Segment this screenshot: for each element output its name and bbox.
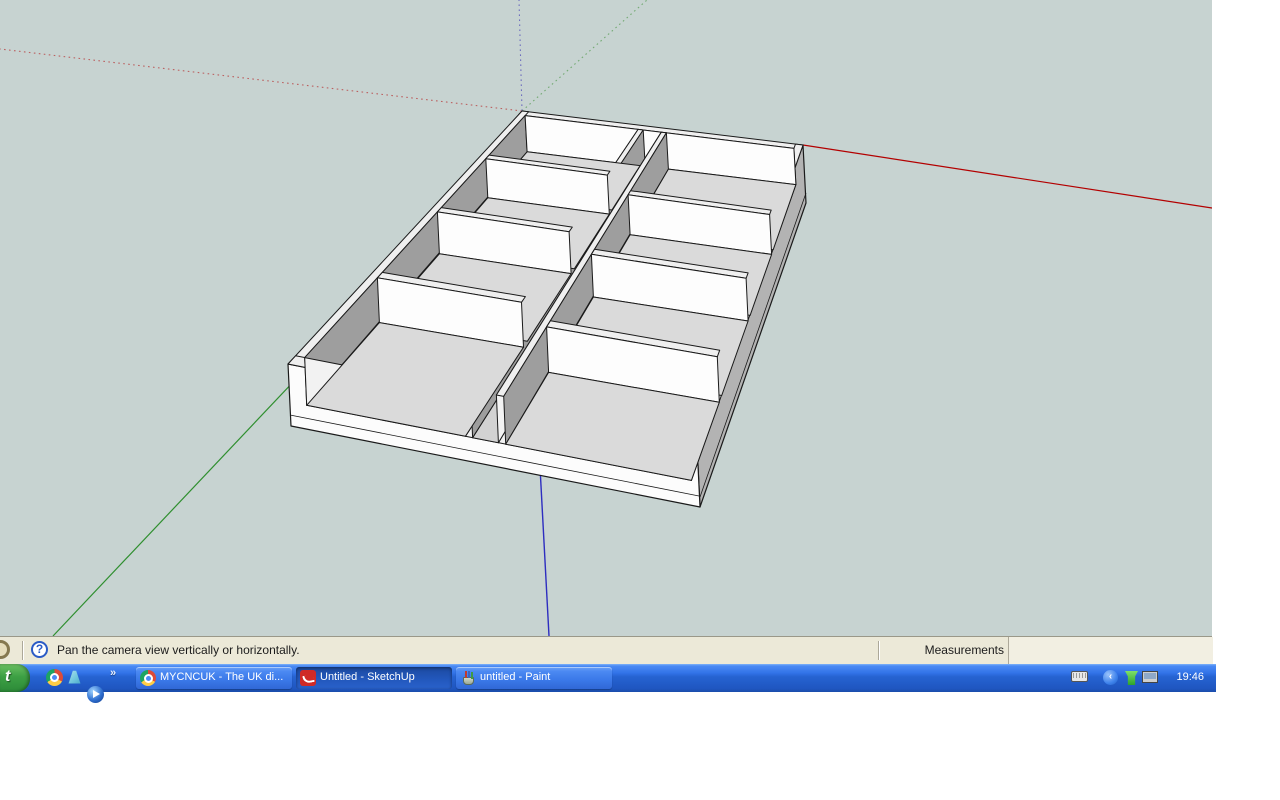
status-bar: ? Pan the camera view vertically or hori… [0,636,1212,664]
quicklaunch-sketch-icon[interactable] [66,669,83,686]
taskbar-button-label: untitled - Paint [480,671,550,683]
model-scene [0,0,1212,636]
taskbar-button-label: Untitled - SketchUp [320,671,415,683]
statusbar-separator-2 [878,641,879,660]
tray-network-monitor-icon[interactable] [1142,671,1158,683]
measurements-label: Measurements [880,643,1004,657]
status-hint-text: Pan the camera view vertically or horizo… [57,643,300,657]
paint-canvas-page: ? Pan the camera view vertically or hori… [0,0,1280,800]
taskbar-button-paint[interactable]: untitled - Paint [456,667,612,689]
system-tray: ‹ 19:46 [1200,664,1216,692]
sketchup-viewport[interactable] [0,0,1212,636]
measurements-value-box[interactable] [1008,637,1213,664]
help-question-icon[interactable]: ? [31,641,48,658]
paint-icon [460,670,476,686]
quicklaunch-mediaplayer-icon[interactable] [87,686,104,703]
tray-green-status-icon[interactable] [1125,671,1138,685]
keyboard-layout-icon[interactable] [1071,671,1088,682]
toolbar-partial-icon [0,640,10,659]
quicklaunch-overflow-chevron[interactable]: » [110,667,116,679]
sketchup-icon [300,670,316,686]
taskbar-button-label: MYCNCUK - The UK di... [160,671,283,683]
quicklaunch-chrome-icon[interactable] [46,669,63,686]
chrome-icon [140,670,156,686]
tray-collapse-chevron-icon[interactable]: ‹ [1103,670,1118,685]
statusbar-separator [22,641,23,660]
taskbar-button-browser[interactable]: MYCNCUK - The UK di... [136,667,292,689]
screenshot-region: ? Pan the camera view vertically or hori… [0,0,1216,692]
start-button[interactable]: t [0,664,30,692]
taskbar: t » MYCNCUK - The UK di... Untitled - Sk… [0,664,1216,692]
taskbar-button-sketchup[interactable]: Untitled - SketchUp [296,667,452,689]
tray-clock[interactable]: 19:46 [1176,671,1204,683]
